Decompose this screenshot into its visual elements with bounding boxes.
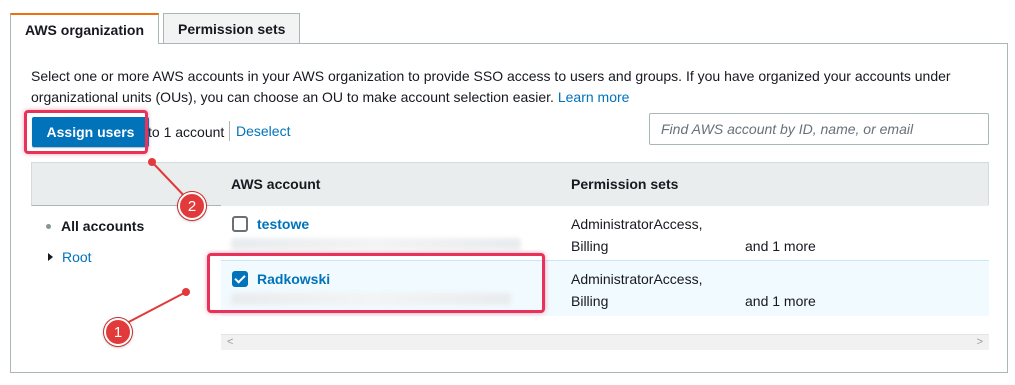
more-permissions-text: and 1 more [745,238,816,254]
table-header: AWS account Permission sets [31,162,989,206]
bullet-icon [46,223,51,229]
description-text: Select one or more AWS accounts in your … [31,68,951,105]
caret-right-icon[interactable] [48,253,53,261]
redacted-account-id [231,238,521,250]
permission-sets-text: Billing [571,238,609,254]
tab-permission-sets[interactable]: Permission sets [163,13,301,43]
account-name-link[interactable]: testowe [257,216,309,232]
permission-sets-text: AdministratorAccess, [571,216,703,232]
column-header-permission-sets[interactable]: Permission sets [571,176,678,192]
highlight-radkowski-row [207,253,545,313]
column-header-aws-account[interactable]: AWS account [231,176,320,192]
horizontal-scrollbar[interactable]: < > [221,334,989,350]
tree-item-root[interactable]: Root [48,249,92,265]
search-input[interactable] [649,113,989,145]
assign-suffix-text: to 1 account [148,124,225,140]
row-checkbox[interactable] [232,216,248,232]
description: Select one or more AWS accounts in your … [31,66,991,108]
annotation-dot [182,288,190,296]
permission-sets-text: AdministratorAccess, [571,271,703,287]
tab-aws-organization[interactable]: AWS organization [10,13,159,44]
tree-item-all-accounts[interactable]: All accounts [46,218,144,234]
annotation-dot [148,158,156,166]
tree-label-root[interactable]: Root [62,249,92,265]
tab-bar: AWS organization Permission sets [10,13,304,44]
more-permissions-text: and 1 more [745,293,816,309]
tree-label-all-accounts: All accounts [61,218,145,234]
highlight-assign-users [24,110,148,154]
annotation-marker-2: 2 [178,192,206,220]
scroll-right-icon[interactable]: > [977,336,983,348]
scroll-left-icon[interactable]: < [227,336,233,348]
organization-panel: Select one or more AWS accounts in your … [10,43,1008,373]
deselect-link[interactable]: Deselect [229,121,290,141]
permission-sets-text: Billing [571,293,609,309]
annotation-marker-1: 1 [104,318,132,346]
learn-more-link[interactable]: Learn more [558,89,630,105]
